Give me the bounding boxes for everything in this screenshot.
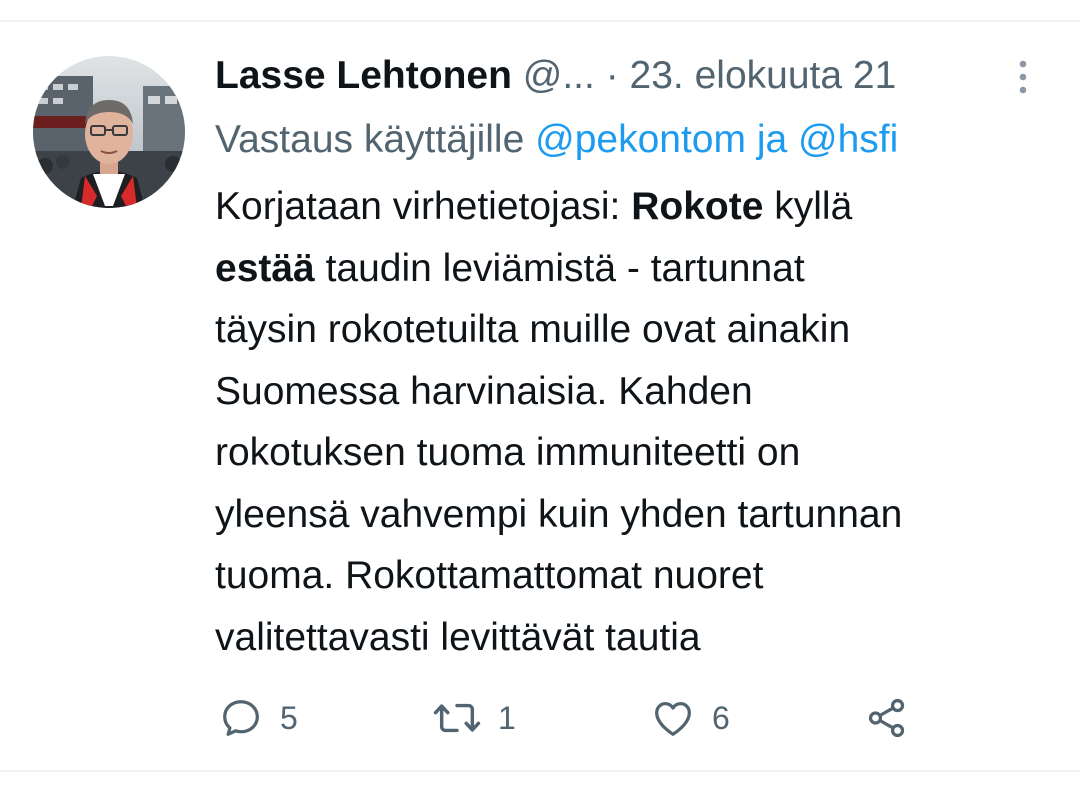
retweet-count: 1 <box>498 700 516 736</box>
more-vertical-icon <box>1019 60 1027 94</box>
avatar[interactable] <box>33 56 185 208</box>
retweet-button[interactable]: 1 <box>432 690 516 746</box>
text-segment: taudin leviämistä - tartunnat <box>314 246 805 290</box>
text-segment: kyllä <box>763 185 853 228</box>
top-divider <box>0 20 1080 22</box>
share-icon <box>868 698 905 738</box>
author-name[interactable]: Lasse Lehtonen <box>215 54 512 97</box>
bold-text: Rokote <box>631 185 764 228</box>
like-count: 6 <box>712 700 730 736</box>
tweet-text-line: täysin rokotetuilta muille ovat ainakin <box>215 299 1055 361</box>
tweet-date[interactable]: 23. elokuuta 21 <box>630 54 897 97</box>
tweet-header: Lasse Lehtonen @... · 23. elokuuta 21 <box>215 50 995 102</box>
mention-conjunction[interactable]: ja <box>757 118 787 161</box>
bold-text: estää <box>215 246 315 290</box>
tweet-text: Korjataan virhetietojasi: Rokote kyllä e… <box>215 176 1055 668</box>
share-button[interactable] <box>864 690 910 746</box>
tweet-text-line: tuoma. Rokottamattomat nuoret <box>215 545 1055 607</box>
tweet-text-line: rokotuksen tuoma immuniteetti on <box>215 422 1055 484</box>
author-handle[interactable]: @... <box>523 54 595 97</box>
text-segment: yleensä vahvempi kuin yhden tartunnan <box>215 492 903 536</box>
retweet-icon <box>433 703 481 733</box>
tweet-text-line: yleensä vahvempi kuin yhden tartunnan <box>215 484 1055 546</box>
reply-count: 5 <box>280 700 298 736</box>
reply-prefix: Vastaus käyttäjille <box>215 118 525 161</box>
text-segment: Korjataan virhetietojasi: <box>215 185 632 228</box>
action-bar: 5 1 6 <box>0 690 1080 746</box>
tweet-text-line: Suomessa harvinaisia. Kahden <box>215 361 1055 423</box>
text-segment: tuoma. Rokottamattomat nuoret <box>215 554 764 597</box>
text-segment: täysin rokotetuilta muille ovat ainakin <box>215 308 851 351</box>
reply-button[interactable]: 5 <box>218 690 298 746</box>
text-segment: valitettavasti levittävät tautia <box>215 615 701 659</box>
text-segment: Suomessa harvinaisia. Kahden <box>215 369 753 413</box>
like-button[interactable]: 6 <box>650 690 730 746</box>
tweet-text-line: estää taudin leviämistä - tartunnat <box>215 238 1055 300</box>
mention-link[interactable]: @pekontom <box>535 118 746 161</box>
mention-link[interactable]: @hsfi <box>798 118 898 161</box>
replying-to: Vastaus käyttäjille @pekontom ja @hsfi <box>215 112 1055 168</box>
tweet-text-line: Korjataan virhetietojasi: Rokote kyllä <box>215 176 1055 238</box>
tweet-text-line: valitettavasti levittävät tautia <box>215 607 1055 669</box>
bottom-divider <box>0 770 1080 772</box>
reply-icon <box>223 700 259 736</box>
separator-dot: · <box>605 54 619 97</box>
like-icon <box>655 701 691 736</box>
text-segment: rokotuksen tuoma immuniteetti on <box>215 431 801 474</box>
more-options-button[interactable] <box>1008 58 1038 96</box>
